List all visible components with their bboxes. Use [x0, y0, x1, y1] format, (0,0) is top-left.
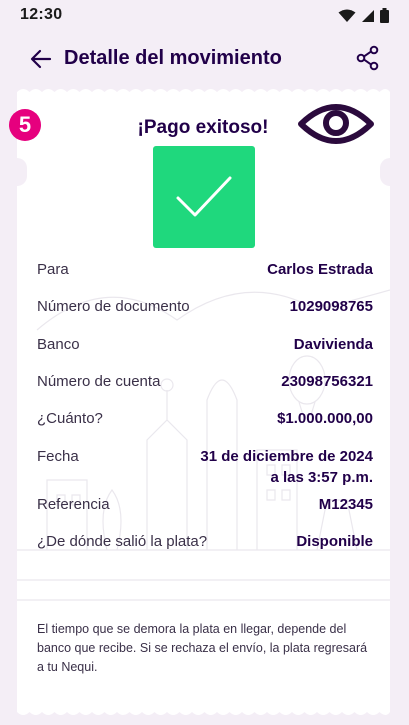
receipt-top-edge — [17, 89, 390, 97]
row-label: Número de documento — [37, 298, 190, 315]
row-label: Para — [37, 261, 69, 278]
app-bar: Detalle del movimiento — [0, 36, 409, 82]
step-badge: 5 — [9, 109, 41, 141]
row-value: 23098756321 — [281, 373, 373, 390]
row-label: ¿Cuánto? — [37, 410, 103, 427]
signal-icon — [362, 9, 374, 22]
row-label: ¿De dónde salió la plata? — [37, 533, 208, 550]
row-value: 1029098765 — [289, 298, 373, 315]
receipt-bottom-edge — [17, 707, 390, 715]
check-icon — [176, 176, 232, 217]
share-icon[interactable] — [355, 45, 381, 71]
status-icons — [338, 8, 389, 23]
row-label: Referencia — [37, 496, 110, 513]
wifi-icon — [338, 9, 356, 22]
row-label: Número de cuenta — [37, 373, 161, 390]
receipt-notch-left — [7, 158, 27, 186]
page-title: Detalle del movimiento — [64, 47, 282, 69]
row-value: Carlos Estrada — [267, 261, 373, 278]
row-value-time: a las 3:57 p.m. — [270, 469, 373, 486]
receipt-notch-right — [380, 158, 400, 186]
row-value: 31 de diciembre de 2024 — [200, 448, 373, 465]
eye-icon[interactable] — [297, 98, 375, 150]
row-label: Fecha — [37, 448, 79, 465]
battery-icon — [380, 8, 389, 23]
footnote: El tiempo que se demora la plata en lleg… — [37, 622, 368, 674]
row-value: $1.000.000,00 — [277, 410, 373, 427]
row-value: M12345 — [318, 496, 373, 513]
status-time: 12:30 — [20, 6, 63, 23]
row-label: Banco — [37, 336, 80, 353]
success-title: ¡Pago exitoso! — [137, 117, 269, 138]
status-bar: 12:30 — [0, 0, 409, 30]
row-value: Disponible — [296, 533, 373, 550]
success-check-box — [153, 146, 255, 248]
row-value: Davivienda — [293, 336, 373, 353]
back-arrow-icon[interactable] — [28, 46, 54, 72]
